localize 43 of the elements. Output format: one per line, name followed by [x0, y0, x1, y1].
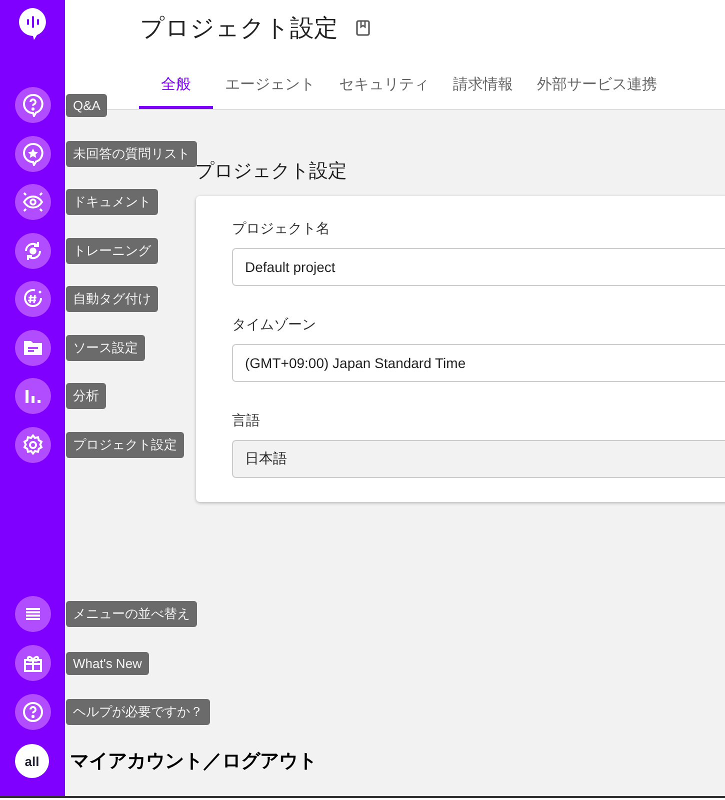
page-title: プロジェクト設定: [140, 14, 338, 44]
nav-button[interactable]: [15, 232, 51, 268]
nav-button[interactable]: [15, 378, 51, 414]
question-bubble-icon: [21, 93, 45, 117]
account-avatar[interactable]: all: [15, 744, 49, 778]
tooltip-label: ドキュメント: [66, 189, 158, 215]
gear-icon: [21, 432, 45, 456]
tooltip-label: トレーニング: [66, 238, 158, 264]
nav-button[interactable]: [15, 87, 51, 123]
help-icon: [21, 700, 45, 724]
nav-button[interactable]: [15, 184, 51, 220]
logo-icon: [18, 7, 48, 41]
nav-button[interactable]: [15, 596, 51, 632]
tab[interactable]: エージェント: [213, 64, 327, 109]
section-title: プロジェクト設定: [195, 160, 348, 184]
tooltip-label: ヘルプが必要ですか？: [66, 699, 210, 725]
tooltip-label: Q&A: [66, 94, 108, 116]
field-label: プロジェクト名: [232, 220, 331, 238]
input-field[interactable]: (GMT+09:00) Japan Standard Time: [232, 344, 725, 382]
bookmark-icon[interactable]: [356, 20, 370, 36]
eye-icon: [21, 190, 45, 214]
field-label: 言語: [232, 412, 261, 430]
nav-button[interactable]: [15, 426, 51, 462]
tab[interactable]: 請求情報: [441, 64, 525, 109]
tooltip-label: What's New: [66, 652, 149, 674]
tooltip-label: 自動タグ付け: [66, 286, 158, 312]
account-label: マイアカウント／ログアウト: [70, 750, 317, 774]
nav-button[interactable]: [15, 281, 51, 317]
nav-button[interactable]: [15, 694, 51, 730]
field-label: タイムゾーン: [232, 316, 317, 334]
tooltip-label: 分析: [66, 383, 106, 409]
tooltip-label: ソース設定: [66, 334, 145, 360]
tooltip-label: 未回答の質問リスト: [66, 140, 197, 166]
tab[interactable]: セキュリティ: [327, 64, 441, 109]
nav-button[interactable]: [15, 136, 51, 172]
star-bubble-icon: [21, 142, 45, 166]
tab[interactable]: 外部サービス連携: [525, 64, 669, 109]
nav-button[interactable]: [15, 645, 51, 681]
tooltip-label: メニューの並べ替え: [66, 601, 197, 627]
nav-button[interactable]: [15, 330, 51, 366]
tab[interactable]: 全般: [139, 64, 213, 109]
input-field[interactable]: Default project: [232, 248, 725, 286]
tooltip-label: プロジェクト設定: [66, 432, 184, 458]
